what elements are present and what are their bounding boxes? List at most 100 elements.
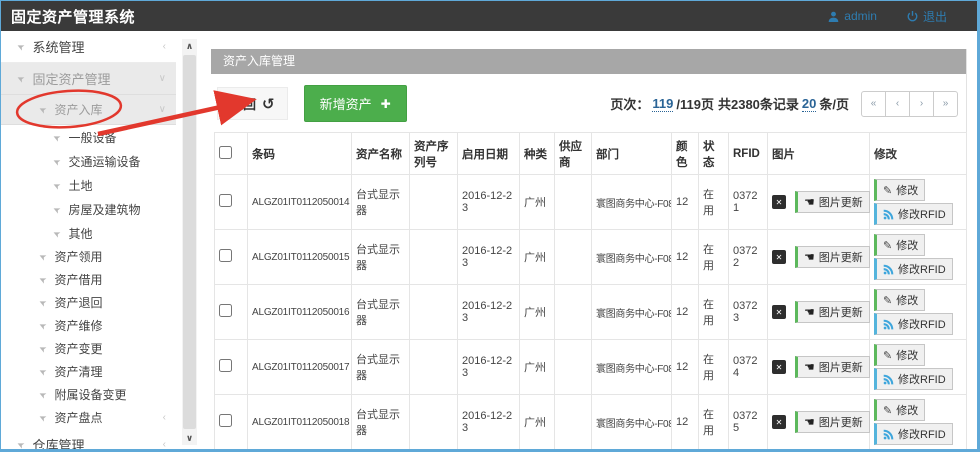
cell-department: 寰图商务中心-F08 — [592, 230, 672, 285]
cell-serial — [410, 175, 458, 230]
menu-pin-icon: ➤ — [51, 154, 62, 167]
modify-button[interactable]: ✎ 修改 — [874, 399, 925, 421]
sidebar-item-attached-equip-change[interactable]: ➤ 附属设备变更 — [1, 383, 176, 406]
sidebar-item-warehouse-mgmt[interactable]: ➤ 仓库管理 ‹ — [1, 429, 176, 452]
sidebar-item-asset-cleanup[interactable]: ➤ 资产清理 — [1, 360, 176, 383]
edit-icon: ✎ — [883, 349, 892, 362]
modify-button[interactable]: ✎ 修改 — [874, 179, 925, 201]
row-checkbox[interactable] — [219, 194, 232, 207]
current-page-link[interactable]: 119 — [652, 96, 673, 112]
modify-button[interactable]: ✎ 修改 — [874, 234, 925, 256]
next-page-button[interactable]: › — [909, 91, 934, 117]
cell-barcode: ALGZ01IT0112050016 — [248, 285, 352, 340]
prev-page-button[interactable]: ‹ — [885, 91, 910, 117]
rss-icon — [883, 319, 894, 330]
pager-buttons: « ‹ › » — [861, 91, 958, 117]
broken-image-icon: ✕ — [772, 250, 786, 264]
image-update-button[interactable]: ☚ 图片更新 — [795, 246, 870, 268]
edit-icon: ✎ — [883, 404, 892, 417]
hand-icon: ☚ — [804, 305, 815, 319]
column-header-date: 启用日期 — [458, 133, 520, 175]
modify-rfid-button[interactable]: 修改RFID — [874, 258, 953, 280]
hand-icon: ☚ — [804, 250, 815, 264]
menu-pin-icon: ➤ — [51, 202, 62, 215]
sidebar-menu: ➤ 系统管理 ‹ ➤ 固定资产管理 ∨ ➤ 资产入库 ∨ ➤ 一般设备 ➤ 交通… — [1, 31, 176, 452]
row-checkbox[interactable] — [219, 304, 232, 317]
hand-icon: ☚ — [804, 360, 815, 374]
sidebar-item-asset-borrow[interactable]: ➤ 资产借用 — [1, 268, 176, 291]
add-asset-label: 新增资产 — [320, 94, 372, 113]
scroll-down-icon[interactable]: ∨ — [186, 431, 193, 445]
first-page-button[interactable]: « — [861, 91, 886, 117]
cell-rfid: 03723 — [729, 285, 768, 340]
row-checkbox[interactable] — [219, 359, 232, 372]
cell-modify: ✎ 修改 修改RFID — [870, 285, 967, 340]
cell-image: ✕ ☚ 图片更新 — [768, 395, 870, 450]
table-row: ALGZ01IT0112050016 台式显示器 2016-12-23 广州 寰… — [215, 285, 967, 340]
edit-icon: ✎ — [883, 294, 892, 307]
modify-rfid-button[interactable]: 修改RFID — [874, 368, 953, 390]
scroll-thumb[interactable] — [183, 55, 196, 429]
menu-pin-icon: ➤ — [37, 411, 48, 424]
cell-serial — [410, 230, 458, 285]
select-all-checkbox[interactable] — [219, 146, 232, 159]
modify-button[interactable]: ✎ 修改 — [874, 289, 925, 311]
cell-supplier — [555, 230, 592, 285]
user-menu[interactable]: admin — [828, 9, 877, 23]
cell-barcode: ALGZ01IT0112050018 — [248, 395, 352, 450]
cell-modify: ✎ 修改 修改RFID — [870, 230, 967, 285]
sidebar-item-asset-change[interactable]: ➤ 资产变更 — [1, 337, 176, 360]
table-row: ALGZ01IT0112050014 台式显示器 2016-12-23 广州 寰… — [215, 175, 967, 230]
cell-asset-name: 台式显示器 — [352, 285, 410, 340]
image-update-button[interactable]: ☚ 图片更新 — [795, 191, 870, 213]
add-asset-button[interactable]: 新增资产 ✚ — [304, 85, 407, 122]
logout-link[interactable]: 退出 — [907, 8, 947, 25]
menu-pin-icon: ➤ — [37, 319, 48, 332]
broken-image-icon: ✕ — [772, 415, 786, 429]
cell-modify: ✎ 修改 修改RFID — [870, 175, 967, 230]
cell-department: 寰图商务中心-F08 — [592, 395, 672, 450]
row-checkbox[interactable] — [219, 414, 232, 427]
modify-rfid-button[interactable]: 修改RFID — [874, 313, 953, 335]
cell-modify: ✎ 修改 修改RFID — [870, 395, 967, 450]
cell-start-date: 2016-12-23 — [458, 230, 520, 285]
sidebar-item-general-equipment[interactable]: ➤ 一般设备 — [1, 125, 176, 149]
sidebar-item-land[interactable]: ➤ 土地 — [1, 173, 176, 197]
cell-serial — [410, 340, 458, 395]
sidebar-item-asset-return[interactable]: ➤ 资产退回 — [1, 291, 176, 314]
sidebar-item-asset-repair[interactable]: ➤ 资产维修 — [1, 314, 176, 337]
column-header-status: 状态 — [699, 133, 729, 175]
sidebar-item-asset-inbound[interactable]: ➤ 资产入库 ∨ — [1, 95, 176, 125]
cell-rfid: 03721 — [729, 175, 768, 230]
modify-button[interactable]: ✎ 修改 — [874, 344, 925, 366]
sidebar-item-buildings[interactable]: ➤ 房屋及建筑物 — [1, 197, 176, 221]
back-button[interactable]: 返回 ↺ — [217, 87, 288, 120]
sidebar-item-asset-inventory[interactable]: ➤ 资产盘点 ‹ — [1, 406, 176, 429]
modify-rfid-button[interactable]: 修改RFID — [874, 423, 953, 445]
image-update-button[interactable]: ☚ 图片更新 — [795, 411, 870, 433]
row-checkbox[interactable] — [219, 249, 232, 262]
sidebar-item-system-mgmt[interactable]: ➤ 系统管理 ‹ — [1, 31, 176, 63]
cell-color: 12 — [672, 340, 699, 395]
column-header-modify: 修改 — [870, 133, 967, 175]
modify-rfid-button[interactable]: 修改RFID — [874, 203, 953, 225]
cell-checkbox — [215, 340, 248, 395]
scroll-up-icon[interactable]: ∧ — [186, 39, 193, 53]
cell-checkbox — [215, 395, 248, 450]
cell-rfid: 03722 — [729, 230, 768, 285]
rss-icon — [883, 374, 894, 385]
last-page-button[interactable]: » — [933, 91, 958, 117]
sidebar-item-fixed-asset-mgmt[interactable]: ➤ 固定资产管理 ∨ — [1, 63, 176, 95]
image-update-button[interactable]: ☚ 图片更新 — [795, 301, 870, 323]
page-size-link[interactable]: 20 — [802, 96, 816, 112]
cell-category: 广州 — [520, 175, 555, 230]
rss-icon — [883, 209, 894, 220]
sidebar-item-transport-equipment[interactable]: ➤ 交通运输设备 — [1, 149, 176, 173]
cell-supplier — [555, 395, 592, 450]
sidebar-item-other[interactable]: ➤ 其他 — [1, 221, 176, 245]
image-update-button[interactable]: ☚ 图片更新 — [795, 356, 870, 378]
sidebar-item-asset-requisition[interactable]: ➤ 资产领用 — [1, 245, 176, 268]
panel-title: 资产入库管理 — [211, 49, 966, 74]
asset-table-body: ALGZ01IT0112050014 台式显示器 2016-12-23 广州 寰… — [215, 175, 967, 452]
sidebar-scrollbar[interactable]: ∧ ∨ — [182, 39, 197, 445]
